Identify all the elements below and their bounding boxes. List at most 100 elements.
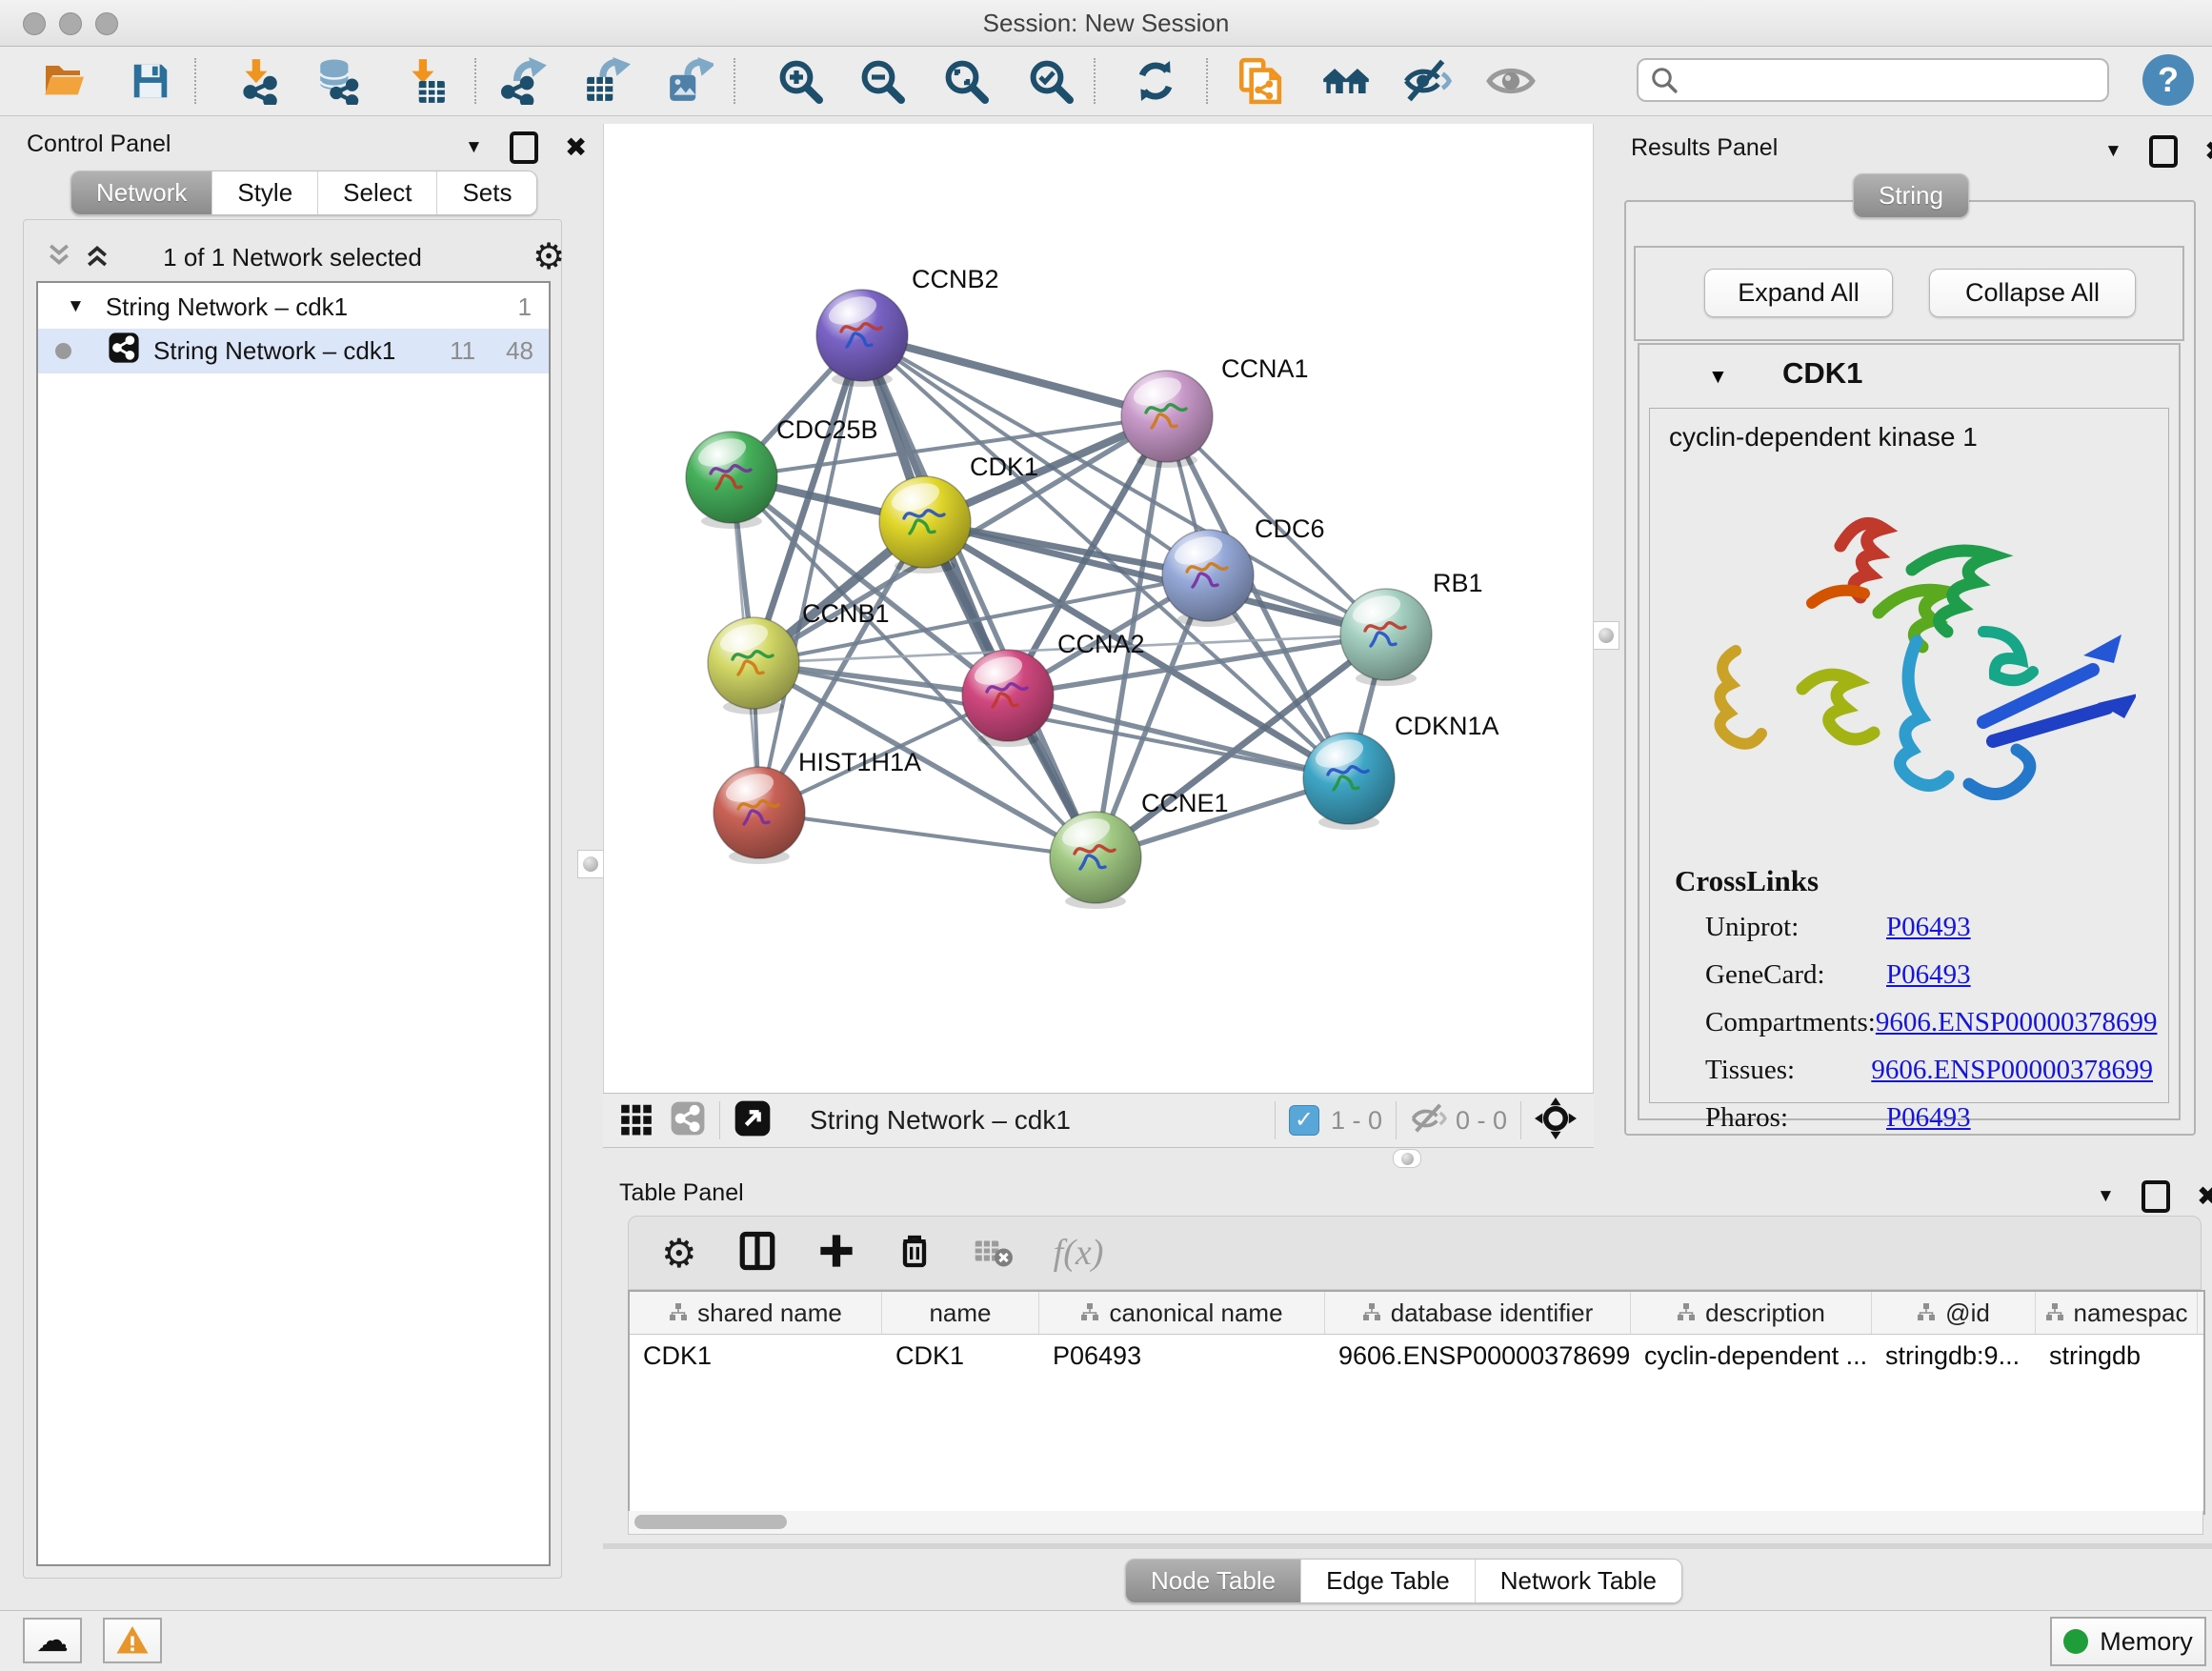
zoom-out-button[interactable] bbox=[857, 56, 907, 106]
zoom-selected-button[interactable] bbox=[1026, 56, 1076, 106]
netbar-separator bbox=[719, 1101, 720, 1139]
fit-content-crosshair-icon[interactable] bbox=[1535, 1097, 1577, 1144]
table-row[interactable]: CDK1CDK1P064939606.ENSP00000378699cyclin… bbox=[630, 1335, 2203, 1377]
warnings-button[interactable] bbox=[103, 1618, 162, 1663]
crosslink-pharos-link[interactable]: P06493 bbox=[1886, 1102, 1971, 1134]
network-canvas[interactable]: CCNB2CCNA1CDC25BCDK1CDC6RB1CCNB1CCNA2CDK… bbox=[603, 124, 1594, 1093]
import-database-button[interactable] bbox=[313, 56, 363, 106]
column-header--id[interactable]: @id bbox=[1872, 1292, 2036, 1334]
birdseye-view-icon[interactable] bbox=[734, 1099, 772, 1142]
tab-node-table[interactable]: Node Table bbox=[1126, 1560, 1301, 1602]
panel-float-icon[interactable] bbox=[2142, 1180, 2170, 1213]
panel-close-icon[interactable]: ✖ bbox=[565, 135, 587, 160]
crosslink-compartments-link[interactable]: 9606.ENSP00000378699 bbox=[1876, 1007, 2158, 1038]
cell--id[interactable]: stringdb:9... bbox=[1872, 1335, 2036, 1377]
results-panel-tabs: String bbox=[1853, 173, 1969, 218]
memory-button[interactable]: Memory bbox=[2050, 1617, 2206, 1666]
function-builder-icon: f(x) bbox=[1054, 1232, 1104, 1274]
cell-shared-name[interactable]: CDK1 bbox=[630, 1335, 882, 1377]
copy-network-button[interactable] bbox=[1235, 56, 1284, 106]
table-panel: Table Panel ▼ ✖ ⚙ f(x) shared namenameca… bbox=[603, 1166, 2212, 1610]
tab-select[interactable]: Select bbox=[318, 171, 437, 214]
node-count: 11 bbox=[450, 336, 475, 366]
tab-style[interactable]: Style bbox=[212, 171, 318, 214]
tab-sets[interactable]: Sets bbox=[437, 171, 536, 214]
export-table-button[interactable] bbox=[582, 56, 632, 106]
column-label: shared name bbox=[697, 1299, 842, 1328]
column-header-canonical-name[interactable]: canonical name bbox=[1039, 1292, 1325, 1334]
help-button[interactable]: ? bbox=[2142, 54, 2194, 106]
add-column-icon[interactable] bbox=[817, 1232, 855, 1275]
zoom-in-button[interactable] bbox=[775, 56, 825, 106]
cell-name[interactable]: CDK1 bbox=[882, 1335, 1039, 1377]
grid-view-icon[interactable] bbox=[618, 1100, 654, 1141]
tab-network[interactable]: Network bbox=[71, 171, 212, 214]
panel-menu-icon[interactable]: ▼ bbox=[465, 137, 483, 158]
collapse-all-button[interactable]: Collapse All bbox=[1929, 269, 2136, 317]
cell-database-identifier[interactable]: 9606.ENSP00000378699 bbox=[1325, 1335, 1631, 1377]
column-header-database-identifier[interactable]: database identifier bbox=[1325, 1292, 1631, 1334]
tab-edge-table[interactable]: Edge Table bbox=[1301, 1560, 1476, 1602]
table-h-scrollbar[interactable] bbox=[628, 1511, 2203, 1535]
panel-menu-icon[interactable]: ▼ bbox=[2097, 1186, 2115, 1207]
cell-canonical-name[interactable]: P06493 bbox=[1039, 1335, 1325, 1377]
save-session-button[interactable] bbox=[126, 56, 175, 106]
show-all-button[interactable] bbox=[1486, 56, 1536, 106]
string-view-icon[interactable] bbox=[670, 1100, 706, 1141]
control-panel: Control Panel ▼ ✖ NetworkStyleSelectSets… bbox=[10, 124, 564, 1591]
import-table-button[interactable] bbox=[400, 56, 450, 106]
network-collection-row[interactable]: ▼ String Network – cdk1 1 bbox=[38, 283, 549, 329]
expand-all-button[interactable]: Expand All bbox=[1704, 269, 1893, 317]
network-graph[interactable]: CCNB2CCNA1CDC25BCDK1CDC6RB1CCNB1CCNA2CDK… bbox=[604, 124, 1593, 1093]
options-gear-icon[interactable]: ⚙ bbox=[533, 235, 565, 278]
column-label: database identifier bbox=[1391, 1299, 1593, 1328]
network-tab-content: 1 of 1 Network selected ⚙ ▼ String Netwo… bbox=[23, 219, 562, 1579]
column-header-name[interactable]: name bbox=[882, 1292, 1039, 1334]
cell-namespac[interactable]: stringdb bbox=[2036, 1335, 2198, 1377]
table-type-tabs: Node TableEdge TableNetwork Table bbox=[1125, 1559, 1682, 1603]
horizontal-splitter-handle[interactable] bbox=[1393, 1149, 1421, 1168]
network-row-selected[interactable]: String Network – cdk1 11 48 bbox=[38, 329, 549, 373]
panel-close-icon[interactable]: ✖ bbox=[2197, 1184, 2212, 1209]
table-gear-icon[interactable]: ⚙ bbox=[661, 1230, 697, 1277]
section-collapse-icon[interactable]: ▼ bbox=[1708, 366, 1728, 389]
search-field[interactable] bbox=[1637, 58, 2109, 102]
tab-network-table[interactable]: Network Table bbox=[1476, 1560, 1681, 1602]
scrollbar-thumb[interactable] bbox=[634, 1515, 787, 1529]
panel-close-icon[interactable]: ✖ bbox=[2204, 139, 2212, 164]
tab-string[interactable]: String bbox=[1854, 174, 1968, 217]
zoom-in-icon bbox=[777, 58, 823, 104]
crosslink-label: Tissues: bbox=[1705, 1055, 1871, 1086]
delete-column-icon[interactable] bbox=[895, 1232, 934, 1275]
panel-float-icon[interactable] bbox=[510, 131, 538, 164]
crosslink-tissues-link[interactable]: 9606.ENSP00000378699 bbox=[1871, 1055, 2153, 1086]
table-header-row: shared name namecanonical name database id… bbox=[630, 1292, 2203, 1335]
first-neighbors-button[interactable] bbox=[1321, 56, 1371, 106]
show-columns-icon[interactable] bbox=[737, 1231, 777, 1276]
memory-status-dot bbox=[2063, 1629, 2088, 1654]
cloud-status-button[interactable]: ☁ bbox=[23, 1618, 82, 1663]
crosslink-uniprot-link[interactable]: P06493 bbox=[1886, 912, 1971, 943]
refresh-button[interactable] bbox=[1131, 56, 1180, 106]
search-input[interactable] bbox=[1688, 66, 2096, 94]
column-header-description[interactable]: description bbox=[1631, 1292, 1872, 1334]
zoom-fit-button[interactable] bbox=[941, 56, 991, 106]
import-network-button[interactable] bbox=[233, 56, 283, 106]
crosslink-genecard-link[interactable]: P06493 bbox=[1886, 959, 1971, 991]
left-splitter-handle[interactable] bbox=[577, 850, 604, 878]
selected-counts: 1 - 0 bbox=[1331, 1106, 1382, 1136]
tree-expand-icon[interactable]: ▼ bbox=[67, 296, 85, 317]
export-image-button[interactable] bbox=[665, 56, 714, 106]
panel-float-icon[interactable] bbox=[2149, 135, 2178, 168]
hide-unselected-button[interactable] bbox=[1403, 56, 1453, 106]
open-session-button[interactable] bbox=[40, 56, 90, 106]
column-header-shared-name[interactable]: shared name bbox=[630, 1292, 882, 1334]
svg-text:CCNE1: CCNE1 bbox=[1141, 789, 1229, 817]
cell-description[interactable]: cyclin-dependent ... bbox=[1631, 1335, 1872, 1377]
panel-menu-icon[interactable]: ▼ bbox=[2104, 141, 2122, 162]
string-share-icon bbox=[108, 332, 140, 371]
selected-checkbox-icon[interactable]: ✓ bbox=[1289, 1105, 1319, 1136]
column-header-namespac[interactable]: namespac bbox=[2036, 1292, 2198, 1334]
right-splitter-handle[interactable] bbox=[1593, 621, 1619, 650]
export-network-button[interactable] bbox=[500, 56, 550, 106]
